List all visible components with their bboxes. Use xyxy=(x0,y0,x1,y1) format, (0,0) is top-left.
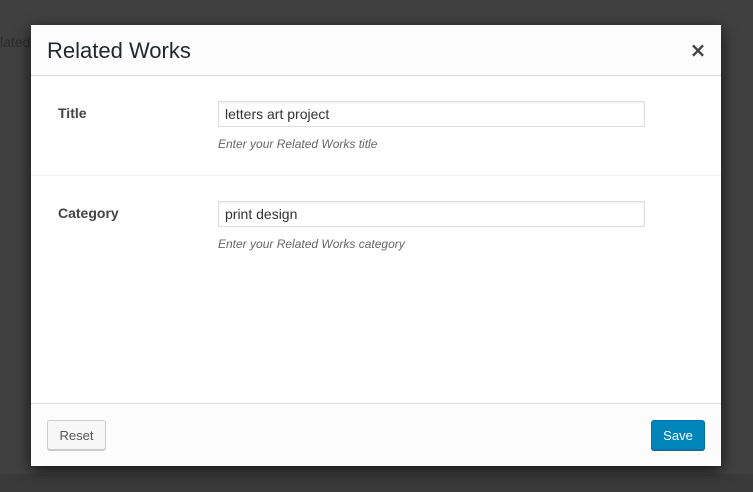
title-field-row: Title Enter your Related Works title xyxy=(31,76,721,176)
close-icon[interactable]: × xyxy=(685,37,711,63)
category-field-row: Category Enter your Related Works catego… xyxy=(31,176,721,275)
modal-body: Title Enter your Related Works title Cat… xyxy=(31,76,721,402)
related-works-modal: Related Works × Title Enter your Related… xyxy=(31,25,721,466)
background-page-bar xyxy=(0,474,753,492)
category-description: Enter your Related Works category xyxy=(218,237,405,251)
category-label: Category xyxy=(58,205,119,221)
category-input[interactable] xyxy=(218,201,645,227)
reset-button[interactable]: Reset xyxy=(47,420,106,450)
modal-header: Related Works × xyxy=(31,25,721,76)
save-button[interactable]: Save xyxy=(651,420,705,450)
title-input[interactable] xyxy=(218,101,645,127)
background-page-text: lated xyxy=(0,34,31,50)
modal-footer: Reset Save xyxy=(31,403,721,466)
title-description: Enter your Related Works title xyxy=(218,137,378,151)
title-label: Title xyxy=(58,105,87,121)
modal-title: Related Works xyxy=(47,38,191,63)
